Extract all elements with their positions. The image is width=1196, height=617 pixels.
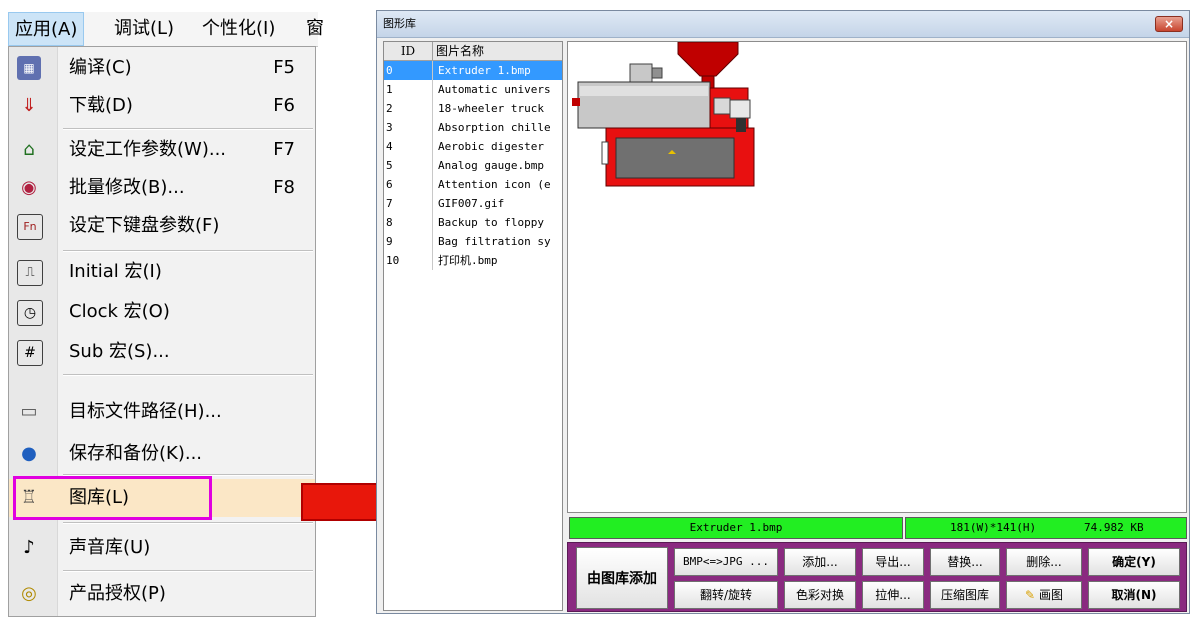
download-icon: ⇓	[21, 95, 37, 116]
replace-button[interactable]: 替换...	[930, 548, 1000, 576]
menu-item-sound-lib[interactable]: ♪ 声音库(U)	[9, 529, 315, 567]
menu-bar: 应用(A) 调试(L) 个性化(I) 窗	[8, 12, 324, 47]
menu-item-label: 下载(D)	[69, 95, 133, 116]
menu-item-label: 声音库(U)	[69, 537, 151, 558]
window-title: 图形库	[383, 17, 416, 30]
flip-rotate-button[interactable]: 翻转/旋转	[674, 581, 778, 609]
status-dimensions: 181(W)*141(H)	[950, 521, 1037, 534]
paint-button-label: 画图	[1039, 588, 1064, 602]
gallery-window: 图形库 × ID 图片名称 0 Extruder 1.bmp 1 Automatic…	[376, 10, 1190, 614]
button-panel: 由图库添加 BMP<=>JPG ... 添加... 导出... 替换... 删除…	[567, 542, 1187, 612]
list-item[interactable]: 2 18-wheeler truck	[384, 99, 562, 118]
menu-item-label: 设定工作参数(W)...	[69, 139, 227, 160]
batch-modify-icon: ◉	[21, 177, 37, 198]
cancel-button[interactable]: 取消(N)	[1088, 581, 1180, 609]
menu-item-target-path[interactable]: ▭ 目标文件路径(H)...	[9, 393, 315, 431]
menu-separator	[63, 128, 313, 130]
add-button[interactable]: 添加...	[784, 548, 856, 576]
menu-separator	[63, 250, 313, 252]
list-item[interactable]: 8 Backup to floppy	[384, 213, 562, 232]
drive-icon: ▭	[20, 401, 38, 422]
paint-brush-icon: ✎	[1024, 588, 1036, 602]
clock-macro-icon: ◷	[17, 300, 43, 326]
menu-item-save-backup[interactable]: ● 保存和备份(K)...	[9, 435, 315, 473]
initial-macro-icon: ⎍	[17, 260, 43, 286]
list-item[interactable]: 7 GIF007.gif	[384, 194, 562, 213]
status-file-size: 74.982 KB	[1084, 521, 1144, 534]
close-button[interactable]: ×	[1155, 16, 1183, 32]
app-menu-screenshot: 应用(A) 调试(L) 个性化(I) 窗 ▦ 编译(C) F5 ⇓ 下载(D) …	[0, 0, 324, 617]
image-preview	[567, 41, 1187, 513]
menu-item-label: 设定下键盘参数(F)	[69, 215, 220, 236]
menu-item-initial-macro[interactable]: ⎍ Initial 宏(I)	[9, 253, 315, 291]
music-note-icon: ♪	[23, 537, 35, 558]
gallery-highlight-box	[13, 476, 212, 520]
fn-keyboard-icon: Fn	[17, 214, 43, 240]
menu-shortcut: F6	[273, 95, 295, 116]
delete-button[interactable]: 删除...	[1006, 548, 1082, 576]
menu-item-work-params[interactable]: ⌂ 设定工作参数(W)... F7	[9, 131, 315, 169]
stretch-button[interactable]: 拉伸...	[862, 581, 924, 609]
app-dropdown-menu: ▦ 编译(C) F5 ⇓ 下载(D) F6 ⌂ 设定工作参数(W)... F7 …	[8, 46, 316, 617]
export-button[interactable]: 导出...	[862, 548, 924, 576]
menu-separator	[63, 570, 313, 572]
bmp-jpg-convert-button[interactable]: BMP<=>JPG ...	[674, 548, 778, 576]
list-item[interactable]: 0 Extruder 1.bmp	[384, 61, 562, 80]
menu-item-label: 批量修改(B)...	[69, 177, 185, 198]
menu-item-label: 产品授权(P)	[69, 583, 166, 604]
column-header-id[interactable]: ID	[384, 42, 433, 60]
menu-item-label: 目标文件路径(H)...	[69, 401, 222, 422]
column-header-name[interactable]: 图片名称	[436, 42, 484, 60]
menu-personalize[interactable]: 个性化(I)	[196, 12, 281, 46]
list-item[interactable]: 5 Analog gauge.bmp	[384, 156, 562, 175]
menu-separator	[63, 522, 313, 524]
menu-item-keyboard-params[interactable]: Fn 设定下键盘参数(F)	[9, 207, 315, 245]
menu-item-license[interactable]: ◎ 产品授权(P)	[9, 575, 315, 613]
menu-app[interactable]: 应用(A)	[8, 12, 85, 46]
status-filename: Extruder 1.bmp	[569, 517, 903, 539]
home-settings-icon: ⌂	[23, 139, 35, 160]
menu-debug[interactable]: 调试(L)	[108, 12, 180, 46]
license-coins-icon: ◎	[21, 583, 37, 604]
menu-item-label: 编译(C)	[69, 57, 132, 78]
menu-item-batch-modify[interactable]: ◉ 批量修改(B)... F8	[9, 169, 315, 207]
color-swap-button[interactable]: 色彩对换	[784, 581, 856, 609]
list-item[interactable]: 1 Automatic univers	[384, 80, 562, 99]
menu-item-sub-macro[interactable]: # Sub 宏(S)...	[9, 333, 315, 371]
menu-item-clock-macro[interactable]: ◷ Clock 宏(O)	[9, 293, 315, 331]
list-item[interactable]: 4 Aerobic digester	[384, 137, 562, 156]
menu-shortcut: F5	[273, 57, 295, 78]
menu-separator	[63, 374, 313, 376]
list-item[interactable]: 10 打印机.bmp	[384, 251, 562, 270]
extruder-image	[572, 42, 755, 187]
list-item[interactable]: 3 Absorption chille	[384, 118, 562, 137]
menu-item-compile[interactable]: ▦ 编译(C) F5	[9, 49, 315, 87]
menu-item-label: Clock 宏(O)	[69, 301, 170, 322]
sub-macro-icon: #	[17, 340, 43, 366]
menu-item-label: Initial 宏(I)	[69, 261, 162, 282]
add-from-library-button[interactable]: 由图库添加	[576, 547, 668, 609]
list-item[interactable]: 6 Attention icon (e	[384, 175, 562, 194]
menu-item-label: 保存和备份(K)...	[69, 443, 203, 464]
menu-window[interactable]: 窗	[300, 12, 330, 46]
compile-icon: ▦	[17, 56, 41, 80]
compress-library-button[interactable]: 压缩图库	[930, 581, 1000, 609]
status-image-info: 181(W)*141(H) 74.982 KB	[905, 517, 1187, 539]
ok-button[interactable]: 确定(Y)	[1088, 548, 1180, 576]
menu-item-download[interactable]: ⇓ 下载(D) F6	[9, 87, 315, 125]
paint-button[interactable]: ✎ 画图	[1006, 581, 1082, 609]
menu-shortcut: F7	[273, 139, 295, 160]
backup-icon: ●	[21, 443, 37, 464]
image-list[interactable]: ID 图片名称 0 Extruder 1.bmp 1 Automatic unive…	[383, 41, 563, 611]
title-bar: 图形库 ×	[377, 11, 1189, 38]
list-header: ID 图片名称	[384, 42, 562, 61]
menu-shortcut: F8	[273, 177, 295, 198]
list-item[interactable]: 9 Bag filtration sy	[384, 232, 562, 251]
menu-item-label: Sub 宏(S)...	[69, 341, 170, 362]
